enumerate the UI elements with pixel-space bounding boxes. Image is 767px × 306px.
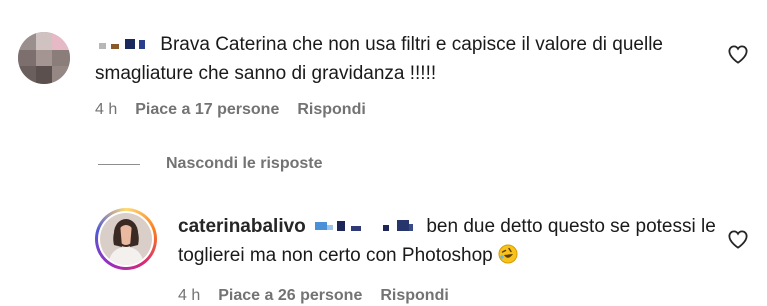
comment-time: 4 h [95,101,118,118]
reply-likes-link[interactable]: Piace a 26 persone [218,287,362,305]
reply-body: caterinabalivo ben due detto questo se p… [178,212,718,270]
comment-likes-link[interactable]: Piace a 17 persone [135,101,279,119]
hide-replies-button[interactable]: Nascondi le risposte [98,155,323,173]
commenter-avatar[interactable] [18,32,70,84]
comment-meta: 4 h Piace a 17 persone Rispondi [95,101,366,119]
rolling-on-floor-laughing-emoji-icon [498,244,518,264]
reply-avatar[interactable] [95,208,157,270]
comment-text: Brava Caterina che non usa filtri e capi… [95,34,663,85]
like-heart-icon[interactable] [727,229,749,249]
reply-time: 4 h [178,287,201,304]
replies-divider [98,163,140,165]
hide-replies-label: Nascondi le risposte [166,155,323,172]
censored-mention [311,212,421,241]
comment-body: Brava Caterina che non usa filtri e capi… [95,30,705,88]
censored-username [95,30,155,59]
reply-button[interactable]: Rispondi [380,287,448,305]
reply-username[interactable]: caterinabalivo [178,216,306,237]
like-heart-icon[interactable] [727,44,749,64]
reply-meta: 4 h Piace a 26 persone Rispondi [178,287,449,305]
reply-button[interactable]: Rispondi [297,101,365,119]
